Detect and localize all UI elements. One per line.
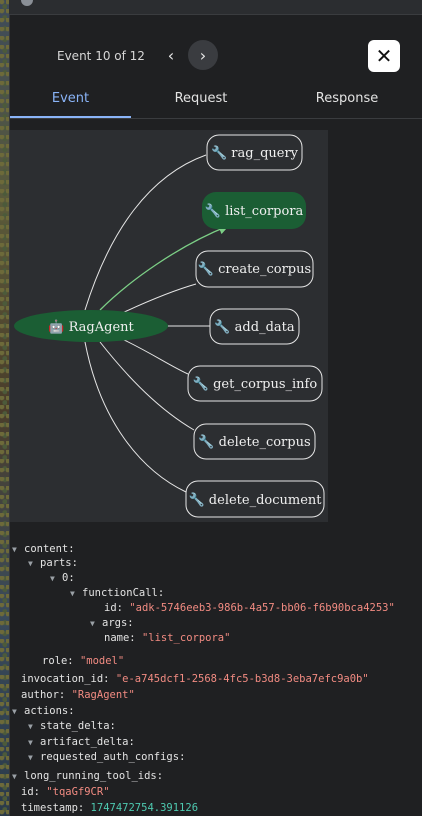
tool-node-label: 🔧 add_data bbox=[214, 318, 295, 335]
caret-down-icon: ▼ bbox=[90, 619, 95, 628]
close-icon: ✕ bbox=[375, 44, 393, 68]
tree-row-actions[interactable]: ▼ actions: bbox=[12, 704, 75, 719]
caret-down-icon: ▼ bbox=[28, 559, 33, 568]
tree-row-parts[interactable]: ▼ parts: bbox=[28, 556, 78, 571]
caret-down-icon: ▼ bbox=[28, 753, 33, 762]
tool-node-label: 🔧 create_corpus bbox=[198, 260, 311, 277]
caret-down-icon: ▼ bbox=[12, 545, 17, 554]
tool-node-label: 🔧 rag_query bbox=[211, 144, 299, 161]
event-counter: Event 10 of 12 bbox=[57, 49, 145, 63]
detail-tabs: Event Request Response bbox=[10, 85, 422, 119]
previous-event-button[interactable]: ‹ bbox=[156, 40, 186, 70]
chevron-right-icon: › bbox=[199, 45, 207, 65]
desktop-wallpaper bbox=[0, 0, 9, 816]
caret-down-icon: ▼ bbox=[70, 589, 75, 598]
tab-request[interactable]: Request bbox=[131, 89, 271, 117]
event-nav-bar: Event 10 of 12 ‹ › ✕ bbox=[10, 15, 422, 90]
edge-get-corpus-info bbox=[119, 337, 189, 375]
caret-down-icon: ▼ bbox=[28, 738, 33, 747]
agent-node-label: 🤖 RagAgent bbox=[48, 319, 134, 335]
tool-node-label: 🔧 get_corpus_info bbox=[193, 375, 318, 392]
tab-event[interactable]: Event bbox=[10, 89, 131, 117]
tree-row-part-0[interactable]: ▼ 0: bbox=[50, 571, 75, 586]
close-button[interactable]: ✕ bbox=[368, 40, 400, 72]
tool-node-label: 🔧 list_corpora bbox=[205, 202, 304, 219]
window-titlebar bbox=[9, 0, 422, 15]
tree-row-invocation-id: invocation_id: "e-a745dcf1-2568-4fc5-b3d… bbox=[21, 673, 369, 685]
tree-row-long-running-tool-ids[interactable]: ▼ long_running_tool_ids: bbox=[12, 769, 163, 784]
caret-down-icon: ▼ bbox=[12, 707, 17, 716]
tree-row-artifact-delta[interactable]: ▼ artifact_delta: bbox=[28, 735, 135, 750]
tree-row-timestamp: timestamp: 1747472754.391126 bbox=[21, 802, 199, 814]
tab-response[interactable]: Response bbox=[271, 89, 422, 117]
agent-graph: 🤖 RagAgent 🔧 rag_query 🔧 list_corpora 🔧 … bbox=[10, 130, 328, 522]
tree-row-function-call[interactable]: ▼ functionCall: bbox=[70, 586, 164, 601]
caret-down-icon: ▼ bbox=[28, 722, 33, 731]
tree-row-state-delta[interactable]: ▼ state_delta: bbox=[28, 719, 116, 734]
active-tab-indicator bbox=[10, 116, 131, 118]
tree-row-author: author: "RagAgent" bbox=[21, 689, 135, 701]
tool-node-label: 🔧 delete_document bbox=[188, 491, 322, 508]
tree-row-role: role: "model" bbox=[42, 655, 125, 667]
tree-row-args[interactable]: ▼ args: bbox=[90, 616, 134, 631]
window-control-icon[interactable] bbox=[21, 0, 33, 6]
tree-row-requested-auth-configs[interactable]: ▼ requested_auth_configs: bbox=[28, 750, 185, 765]
edge-create-corpus bbox=[119, 283, 197, 315]
next-event-button[interactable]: › bbox=[188, 40, 218, 70]
tree-row-content[interactable]: ▼ content: bbox=[12, 542, 75, 557]
caret-down-icon: ▼ bbox=[50, 574, 55, 583]
tool-node-label: 🔧 delete_corpus bbox=[198, 433, 310, 450]
chevron-left-icon: ‹ bbox=[167, 45, 175, 65]
edge-delete-corpus bbox=[99, 341, 195, 431]
tree-row-event-id: id: "tqaGf9CR" bbox=[21, 786, 110, 798]
tree-row-fc-id: id: "adk-5746eeb3-986b-4a57-bb06-f6b90bc… bbox=[104, 602, 395, 614]
edge-delete-document bbox=[84, 341, 187, 493]
caret-down-icon: ▼ bbox=[12, 772, 17, 781]
event-detail-panel: Event 10 of 12 ‹ › ✕ Event Request Respo… bbox=[9, 15, 422, 816]
tree-row-name: name: "list_corpora" bbox=[104, 632, 231, 644]
agent-graph-svg: 🤖 RagAgent 🔧 rag_query 🔧 list_corpora 🔧 … bbox=[14, 134, 325, 518]
